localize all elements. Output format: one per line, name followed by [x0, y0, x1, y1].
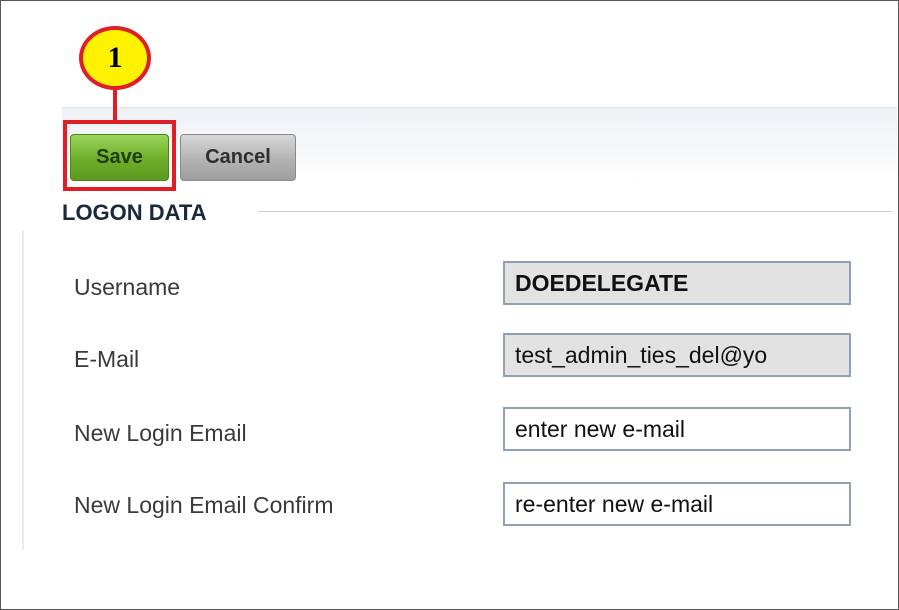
new-login-email-confirm-label: New Login Email Confirm — [74, 492, 334, 518]
new-login-email-input[interactable]: enter new e-mail — [503, 407, 851, 451]
callout-connector — [113, 86, 117, 122]
left-edge-stripe — [22, 230, 24, 550]
section-title-logon-data: LOGON DATA — [62, 200, 207, 225]
new-login-email-confirm-input[interactable]: re-enter new e-mail — [503, 482, 851, 526]
username-field: DOEDELEGATE — [503, 261, 851, 305]
section-divider — [258, 211, 892, 212]
save-highlight-box — [63, 120, 176, 191]
new-login-email-label: New Login Email — [74, 420, 247, 446]
email-field: test_admin_ties_del@yo — [503, 333, 851, 377]
email-label: E-Mail — [74, 346, 140, 372]
username-label: Username — [74, 274, 181, 300]
cancel-button[interactable]: Cancel — [180, 134, 296, 181]
step-callout-badge: 1 — [79, 26, 151, 90]
